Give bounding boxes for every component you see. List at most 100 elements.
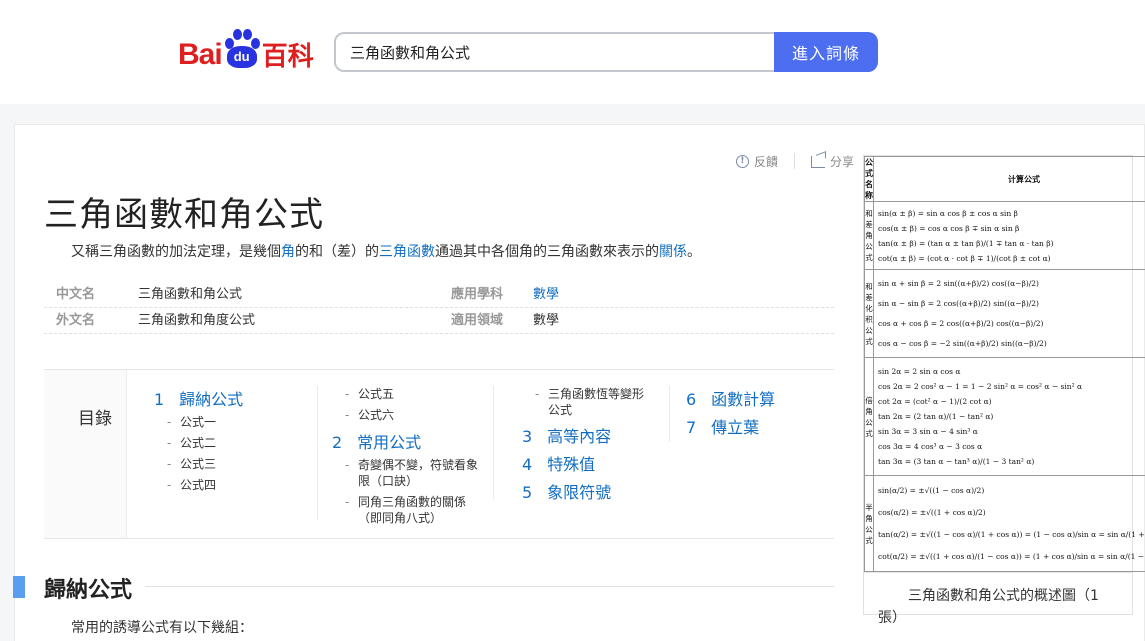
toc-subitem[interactable]: 公式四 xyxy=(154,477,304,493)
link-angle[interactable]: 角 xyxy=(281,244,295,260)
info-key: 適用領域 xyxy=(451,313,504,328)
toc-item-2[interactable]: 2 常用公式 xyxy=(332,429,493,457)
toc-number: 5 xyxy=(522,483,533,502)
formula-cell: sin(α ± β) = sin α cos β ± cos α sin β c… xyxy=(873,201,1145,270)
formula: sin 3α = 3 sin α − 4 sin³ α xyxy=(878,427,978,436)
logo-bai-text: Bai xyxy=(178,38,223,71)
toc-item-1[interactable]: 1 歸納公式 xyxy=(154,386,304,414)
table-of-contents: 目錄 1 歸納公式 公式一 公式二 公式三 公式四 公式五 公式六 2 常用公式… xyxy=(44,369,834,539)
toc-subitem[interactable]: 同角三角函數的關係（即同角八式） xyxy=(332,494,482,526)
link-trig-function[interactable]: 三角函數 xyxy=(379,244,435,260)
formula-name: 和差化积公式 xyxy=(864,269,874,358)
baike-logo[interactable]: Bai du 百科 xyxy=(178,26,314,70)
logo-du-text: du xyxy=(226,46,257,68)
toc-label: 歸納公式 xyxy=(179,390,244,409)
formula-table-image: 公式名称 计算公式 和差角公式 sin(α ± β) = sin α cos β… xyxy=(864,156,1145,572)
toc-label: 函數計算 xyxy=(711,390,776,409)
toc-label: 特殊值 xyxy=(547,455,596,474)
toc-subitem[interactable]: 三角函數恆等變形公式 xyxy=(522,386,650,418)
toc-label: 常用公式 xyxy=(357,433,422,452)
info-key: 外文名 xyxy=(56,313,96,328)
info-icon: ! xyxy=(735,155,749,168)
toc-heading: 目錄 xyxy=(78,409,112,429)
info-row: 中文名 三角函數和角公式 應用學科 數學 xyxy=(44,282,834,308)
formula: cos 2α = 2 cos² α − 1 = 1 − 2 sin² α = c… xyxy=(878,382,1083,391)
toc-column-3: 三角函數恆等變形公式 3 高等內容 4 特殊值 5 象限符號 xyxy=(493,386,669,502)
toc-subitem[interactable]: 公式六 xyxy=(332,407,493,423)
toc-item-3[interactable]: 3 高等內容 xyxy=(522,423,669,451)
toc-number: 1 xyxy=(154,390,165,409)
table-header: 计算公式 xyxy=(873,156,1145,202)
entry-summary: 又稱三角函數的加法定理，是幾個角的和（差）的三角函數通過其中各個角的三角函數來表… xyxy=(71,241,701,261)
toc-heading-box: 目錄 xyxy=(44,370,127,538)
toc-subitem[interactable]: 公式二 xyxy=(154,435,304,451)
search-input[interactable] xyxy=(334,32,775,72)
formula: tan(α ± β) = (tan α ± tan β)/(1 ∓ tan α … xyxy=(878,238,1054,248)
formula: tan 2α = (2 tan α)/(1 − tan² α) xyxy=(878,412,994,421)
section-title: 歸納公式 xyxy=(44,578,133,603)
section-divider xyxy=(145,586,834,587)
formula: sin(α/2) = ±√((1 − cos α)/2) xyxy=(878,485,985,495)
toc-label: 象限符號 xyxy=(547,483,612,502)
toc-column-4: 6 函數計算 7 傳立葉 xyxy=(669,386,829,442)
summary-text: 。 xyxy=(687,244,701,260)
toc-item-5[interactable]: 5 象限符號 xyxy=(522,479,669,507)
info-value-link[interactable]: 數學 xyxy=(533,282,834,307)
formula: cot(α/2) = ±√((1 + cos α)/(1 − cos α)) =… xyxy=(878,551,1145,561)
toc-subitem[interactable]: 公式三 xyxy=(154,456,304,472)
toc-item-6[interactable]: 6 函數計算 xyxy=(686,386,829,414)
section-marker xyxy=(13,576,25,598)
page-title: 三角函數和角公式 xyxy=(44,195,324,235)
tool-divider xyxy=(793,153,795,169)
toc-subitem[interactable]: 奇變偶不變，符號看象限（口訣） xyxy=(332,457,482,489)
toc-number: 3 xyxy=(522,427,533,446)
summary-text: 的和（差）的 xyxy=(295,244,379,260)
formula-name: 半角公式 xyxy=(864,475,874,572)
formula: sin 2α = 2 sin α cos α xyxy=(878,367,961,376)
toc-label: 傳立葉 xyxy=(711,418,760,437)
info-value: 數學 xyxy=(533,313,560,328)
image-caption[interactable]: 三角函數和角公式的概述圖（1張） xyxy=(864,572,1132,641)
toc-subitem[interactable]: 公式五 xyxy=(332,386,493,402)
toc-column-2: 公式五 公式六 2 常用公式 奇變偶不變，符號看象限（口訣） 同角三角函數的關係… xyxy=(317,386,493,525)
formula: cos α − cos β = −2 sin((α+β)/2) sin((α−β… xyxy=(878,338,1047,348)
formula: tan(α/2) = ±√((1 − cos α)/(1 + cos α)) =… xyxy=(878,529,1145,539)
feedback-label: 反饋 xyxy=(753,155,778,169)
formula: sin α − sin β = 2 cos((α+β)/2) sin((α−β)… xyxy=(878,298,1039,308)
formula: sin(α ± β) = sin α cos β ± cos α sin β xyxy=(878,208,1018,218)
summary-image-card[interactable]: 公式名称 计算公式 和差角公式 sin(α ± β) = sin α cos β… xyxy=(863,155,1145,626)
share-button[interactable]: 分享 xyxy=(810,153,854,170)
formula: cot(α ± β) = (cot α · cot β ∓ 1)/(cot β … xyxy=(878,253,1051,263)
info-key: 應用學科 xyxy=(451,287,504,302)
summary-text: 通過其中各個角的三角函數來表示的 xyxy=(435,244,659,260)
toc-item-7[interactable]: 7 傳立葉 xyxy=(686,414,829,442)
share-label: 分享 xyxy=(829,155,854,169)
info-value: 三角函數和角公式 xyxy=(138,287,243,302)
logo-baike-text: 百科 xyxy=(261,42,314,72)
formula-name: 倍角公式 xyxy=(864,357,874,476)
toc-number: 6 xyxy=(686,390,697,409)
toc-item-4[interactable]: 4 特殊值 xyxy=(522,451,669,479)
toc-number: 2 xyxy=(332,433,343,452)
toc-label: 高等內容 xyxy=(547,427,612,446)
formula: sin α + sin β = 2 sin((α+β)/2) cos((α−β)… xyxy=(878,278,1039,288)
formula: cos(α/2) = ±√((1 + cos α)/2) xyxy=(878,507,986,517)
formula: cos α + cos β = 2 cos((α+β)/2) cos((α−β)… xyxy=(878,318,1044,328)
entry-tools: ! 反饋 分享 xyxy=(735,153,854,170)
feedback-button[interactable]: ! 反饋 xyxy=(735,153,778,170)
entry-content: ! 反饋 分享 三角函數和角公式 又稱三角函數的加法定理，是幾個角的和（差）的三… xyxy=(13,124,1145,641)
summary-text: 又稱三角函數的加法定理，是幾個 xyxy=(71,244,281,260)
enter-entry-button[interactable]: 進入詞條 xyxy=(774,32,878,72)
link-relation[interactable]: 關係 xyxy=(659,244,687,260)
formula-name: 和差角公式 xyxy=(864,201,874,270)
basic-info-table: 中文名 三角函數和角公式 應用學科 數學 外文名 三角函數和角度公式 適用領域 … xyxy=(44,282,834,334)
toc-number: 4 xyxy=(522,455,533,474)
section-paragraph: 常用的誘導公式有以下幾組： xyxy=(71,620,253,636)
formula: tan 3α = (3 tan α − tan³ α)/(1 − 3 tan² … xyxy=(878,457,1035,466)
formula-cell: sin α + sin β = 2 sin((α+β)/2) cos((α−β)… xyxy=(873,269,1145,358)
share-icon xyxy=(810,155,825,168)
formula: cos 3α = 4 cos³ α − 3 cos α xyxy=(878,442,983,451)
table-header: 公式名称 xyxy=(864,156,874,202)
toc-subitem[interactable]: 公式一 xyxy=(154,414,304,430)
top-header: Bai du 百科 進入詞條 xyxy=(0,0,1145,104)
